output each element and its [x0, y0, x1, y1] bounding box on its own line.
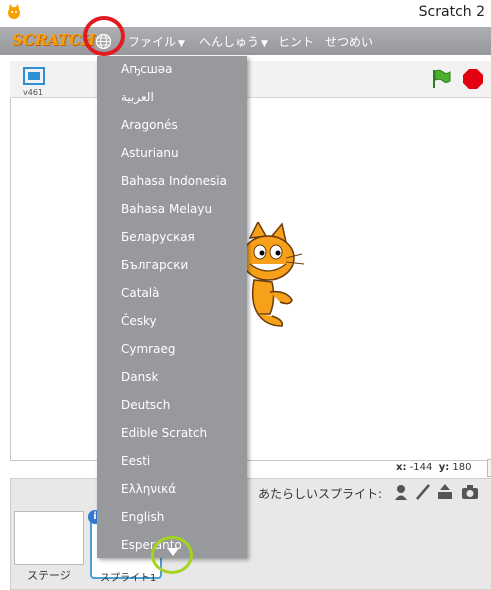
version-label: v461: [23, 88, 44, 97]
caret-down-icon: ▼: [178, 39, 185, 49]
layout-toggle[interactable]: [487, 459, 491, 477]
sprite-library-icon[interactable]: [392, 483, 410, 501]
language-option[interactable]: English: [121, 510, 164, 524]
title-bar: Scratch 2: [0, 0, 491, 28]
language-option[interactable]: Aragonés: [121, 118, 178, 132]
scroll-arrow-highlight-circle: [151, 536, 193, 574]
language-option[interactable]: Asturianu: [121, 146, 179, 160]
camera-icon[interactable]: [461, 483, 479, 501]
fullscreen-icon[interactable]: [23, 67, 45, 85]
menu-about-label: せつめい: [325, 35, 374, 49]
menu-tips[interactable]: ヒント: [278, 33, 314, 50]
window-title: Scratch 2: [418, 4, 485, 20]
language-option[interactable]: Ελληνικά: [121, 482, 176, 496]
stage-thumbnail[interactable]: [14, 511, 84, 565]
menu-about[interactable]: せつめい: [325, 33, 373, 50]
menu-file[interactable]: ファイル ▼: [128, 33, 185, 50]
y-label: y:: [438, 462, 450, 473]
language-option[interactable]: Dansk: [121, 370, 158, 384]
language-option[interactable]: Bahasa Indonesia: [121, 174, 227, 188]
mouse-coordinates: x: -144 y: 180: [396, 462, 472, 473]
language-option[interactable]: Eesti: [121, 454, 150, 468]
x-label: x:: [396, 462, 407, 473]
language-option[interactable]: Česky: [121, 314, 157, 328]
menu-edit-label: へんしゅう: [199, 35, 260, 49]
language-option[interactable]: Беларуская: [121, 230, 195, 244]
menu-edit[interactable]: へんしゅう ▼: [199, 33, 268, 50]
scratch-app-icon: [8, 4, 20, 19]
sprite-label: スプライト1: [100, 573, 157, 584]
caret-down-icon: ▼: [261, 39, 268, 49]
language-option[interactable]: Edible Scratch: [121, 426, 207, 440]
upload-sprite-icon[interactable]: [436, 483, 454, 501]
paint-brush-icon[interactable]: [414, 483, 432, 501]
new-sprite-label: あたらしいスプライト:: [258, 487, 383, 501]
stage-header: [10, 61, 491, 98]
language-option[interactable]: العربية: [121, 90, 154, 104]
language-option[interactable]: Bahasa Melayu: [121, 202, 212, 216]
green-flag-icon[interactable]: [430, 68, 452, 90]
language-option[interactable]: Deutsch: [121, 398, 170, 412]
language-option[interactable]: Cymraeg: [121, 342, 175, 356]
globe-highlight-circle: [83, 16, 125, 56]
menu-file-label: ファイル: [128, 35, 177, 49]
language-option[interactable]: Аҧсшәа: [121, 62, 173, 76]
y-value: 180: [452, 462, 472, 473]
menu-tips-label: ヒント: [278, 35, 315, 49]
stage-label: ステージ: [27, 569, 71, 582]
stop-icon[interactable]: [462, 68, 484, 90]
x-value: -144: [409, 462, 433, 473]
language-option[interactable]: Български: [121, 258, 188, 272]
language-option[interactable]: Català: [121, 286, 159, 300]
